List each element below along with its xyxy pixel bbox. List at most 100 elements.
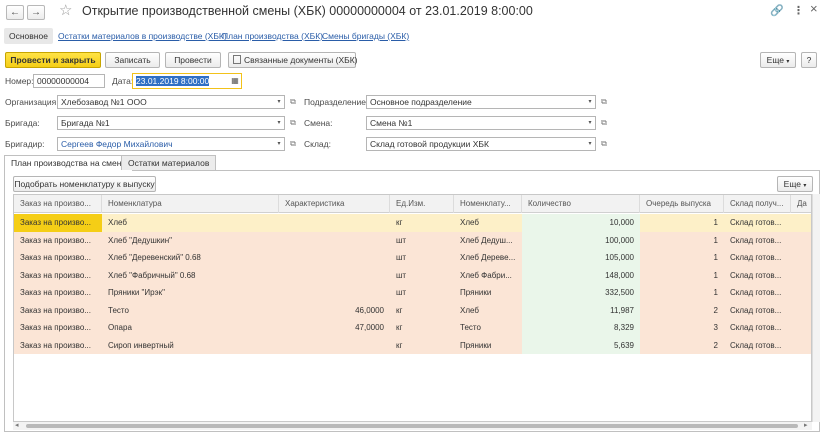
shift-open-icon[interactable]: ⧉ [598, 116, 610, 130]
back-button[interactable]: ← [6, 5, 24, 20]
help-button[interactable]: ? [801, 52, 817, 68]
table-cell: 1 [713, 270, 718, 280]
tab-material-balances[interactable]: Остатки материалов в производстве (ХБК) [58, 28, 227, 44]
link-icon[interactable]: 🔗 [770, 4, 784, 18]
department-open-icon[interactable]: ⧉ [598, 95, 610, 109]
warehouse-dropdown-icon[interactable]: ▾ [585, 137, 596, 151]
save-button[interactable]: Записать [105, 52, 160, 68]
post-button[interactable]: Провести [165, 52, 221, 68]
table-more-button[interactable]: Еще ▾ [777, 176, 813, 192]
table-cell: Хлеб "Дедушкин" [108, 235, 173, 245]
department-field[interactable]: Основное подразделение [366, 95, 586, 109]
horizontal-scroll-thumb[interactable] [26, 424, 798, 428]
column-header[interactable]: Ед.Изм. [390, 195, 454, 213]
column-header[interactable]: Номенклатура [102, 195, 279, 213]
table-row[interactable]: Заказ на произво... Хлеб "Дедушкин" шт Хлеб… [14, 231, 811, 250]
table-header: Заказ на произво... Номенклатура Характери… [14, 195, 811, 213]
table-row[interactable]: Заказ на произво... Опара 47,0000 кг Тесто 8,… [14, 319, 811, 337]
calendar-icon[interactable]: ▦ [229, 73, 242, 89]
organization-open-icon[interactable]: ⧉ [287, 95, 299, 109]
column-header[interactable]: Характеристика [279, 195, 390, 213]
date-field[interactable]: 23.01.2019 8:00:00 [132, 73, 230, 89]
table-cell: Пряники [460, 288, 492, 297]
table-cell: 1 [713, 235, 718, 245]
table-cell: 148,000 [522, 266, 640, 284]
brigade-field[interactable]: Бригада №1 [57, 116, 275, 130]
table-cell [279, 232, 390, 250]
column-header[interactable]: Количество [522, 195, 640, 213]
organization-label: Организация: [5, 97, 59, 107]
table-cell: 10,000 [522, 214, 640, 232]
page-title: Открытие производственной смены (ХБК) 00… [82, 4, 533, 18]
table-row[interactable]: Заказ на произво... Тесто 46,0000 кг Хлеб 11,… [14, 301, 811, 319]
column-header[interactable]: Склад получ... [724, 195, 791, 213]
tab-brigade-shifts[interactable]: Смены бригады (ХБК) [322, 28, 409, 44]
column-header[interactable]: Да [791, 195, 811, 213]
more-menu-button[interactable]: Еще ▾ [760, 52, 796, 68]
table-cell [279, 284, 390, 302]
table-row[interactable]: Заказ на произво... Хлеб "Фабричный" 0.68… [14, 266, 811, 284]
table-cell: Склад готов... [730, 305, 782, 315]
table-cell: 100,000 [522, 231, 640, 249]
foreman-field[interactable]: Сергеев Федор Михайлович [57, 137, 275, 151]
column-header[interactable]: Номенклату... [454, 195, 522, 213]
table-cell: Пряники "Ирэк" [108, 288, 165, 297]
table-cell: Заказ на произво... [20, 235, 91, 245]
number-field[interactable]: 00000000004 [33, 74, 105, 88]
table-cell: кг [396, 218, 403, 227]
department-dropdown-icon[interactable]: ▾ [585, 95, 596, 109]
table-cell [279, 249, 390, 267]
chevron-down-icon: ▾ [803, 183, 807, 189]
warehouse-field[interactable]: Склад готовой продукции ХБК [366, 137, 586, 151]
foreman-open-icon[interactable]: ⧉ [287, 137, 299, 151]
brigade-dropdown-icon[interactable]: ▾ [274, 116, 285, 130]
table-row[interactable]: Заказ на произво... Хлеб кг Хлеб 10,000 1 Скла… [14, 214, 811, 232]
chevron-down-icon: ▾ [786, 59, 790, 65]
table-row[interactable]: Заказ на произво... Сироп инвертный кг Прян… [14, 336, 811, 354]
table-more-label: Еще [783, 179, 801, 189]
table-cell: Хлеб [460, 305, 479, 315]
column-header[interactable]: Очередь выпуска [640, 195, 724, 213]
post-and-close-button[interactable]: Провести и закрыть [5, 52, 101, 68]
table-cell: 2 [713, 340, 718, 350]
table-cell: 8,329 [522, 319, 640, 337]
table-cell: Хлеб [108, 218, 127, 227]
table-cell: 3 [713, 323, 718, 332]
related-documents-button[interactable]: Связанные документы (ХБК) [228, 52, 358, 68]
tab-production-plan[interactable]: План производства (ХБК) [222, 28, 323, 44]
more-icon[interactable]: ⋮ [793, 4, 804, 18]
table-cell: кг [396, 340, 403, 350]
table-row[interactable]: Заказ на произво... Хлеб "Деревенский" 0.… [14, 249, 811, 267]
table-cell: 2 [713, 305, 718, 315]
organization-dropdown-icon[interactable]: ▾ [274, 95, 285, 109]
table-cell: Заказ на произво... [20, 340, 91, 350]
shift-field[interactable]: Смена №1 [366, 116, 586, 130]
table-cell: шт [396, 253, 407, 262]
table-cell: Склад готов... [730, 340, 782, 350]
warehouse-open-icon[interactable]: ⧉ [598, 137, 610, 151]
department-label: Подразделение: [304, 97, 369, 107]
favorite-star-icon[interactable]: ☆ [59, 2, 72, 20]
organization-field[interactable]: Хлебозавод №1 ООО [57, 95, 275, 109]
table-cell: Хлеб Дедуш... [460, 235, 513, 245]
pick-nomenclature-button[interactable]: Подобрать номенклатуру к выпуску [13, 176, 156, 192]
tab-main[interactable]: Основное [4, 28, 53, 44]
table-cell: Пряники [460, 340, 492, 350]
table-cell: Склад готов... [730, 235, 782, 245]
shift-label: Смена: [304, 118, 333, 128]
shift-dropdown-icon[interactable]: ▾ [585, 116, 596, 130]
scroll-left-icon[interactable]: ◂ [15, 421, 19, 429]
vertical-scrollbar[interactable] [812, 194, 820, 422]
production-plan-table[interactable]: Заказ на произво... Номенклатура Характери… [13, 194, 812, 422]
close-icon[interactable]: × [810, 2, 818, 16]
table-cell: кг [396, 323, 403, 332]
foreman-dropdown-icon[interactable]: ▾ [274, 137, 285, 151]
forward-button[interactable]: → [27, 5, 45, 20]
tab-shift-plan[interactable]: План производства на смену [4, 155, 133, 171]
column-header[interactable]: Заказ на произво... [14, 195, 102, 213]
tab-material-remains[interactable]: Остатки материалов [121, 155, 217, 170]
brigade-open-icon[interactable]: ⧉ [287, 116, 299, 130]
table-row[interactable]: Заказ на произво... Пряники "Ирэк" шт Пряни… [14, 284, 811, 302]
table-cell: кг [396, 305, 403, 315]
scroll-right-icon[interactable]: ▸ [804, 421, 808, 429]
